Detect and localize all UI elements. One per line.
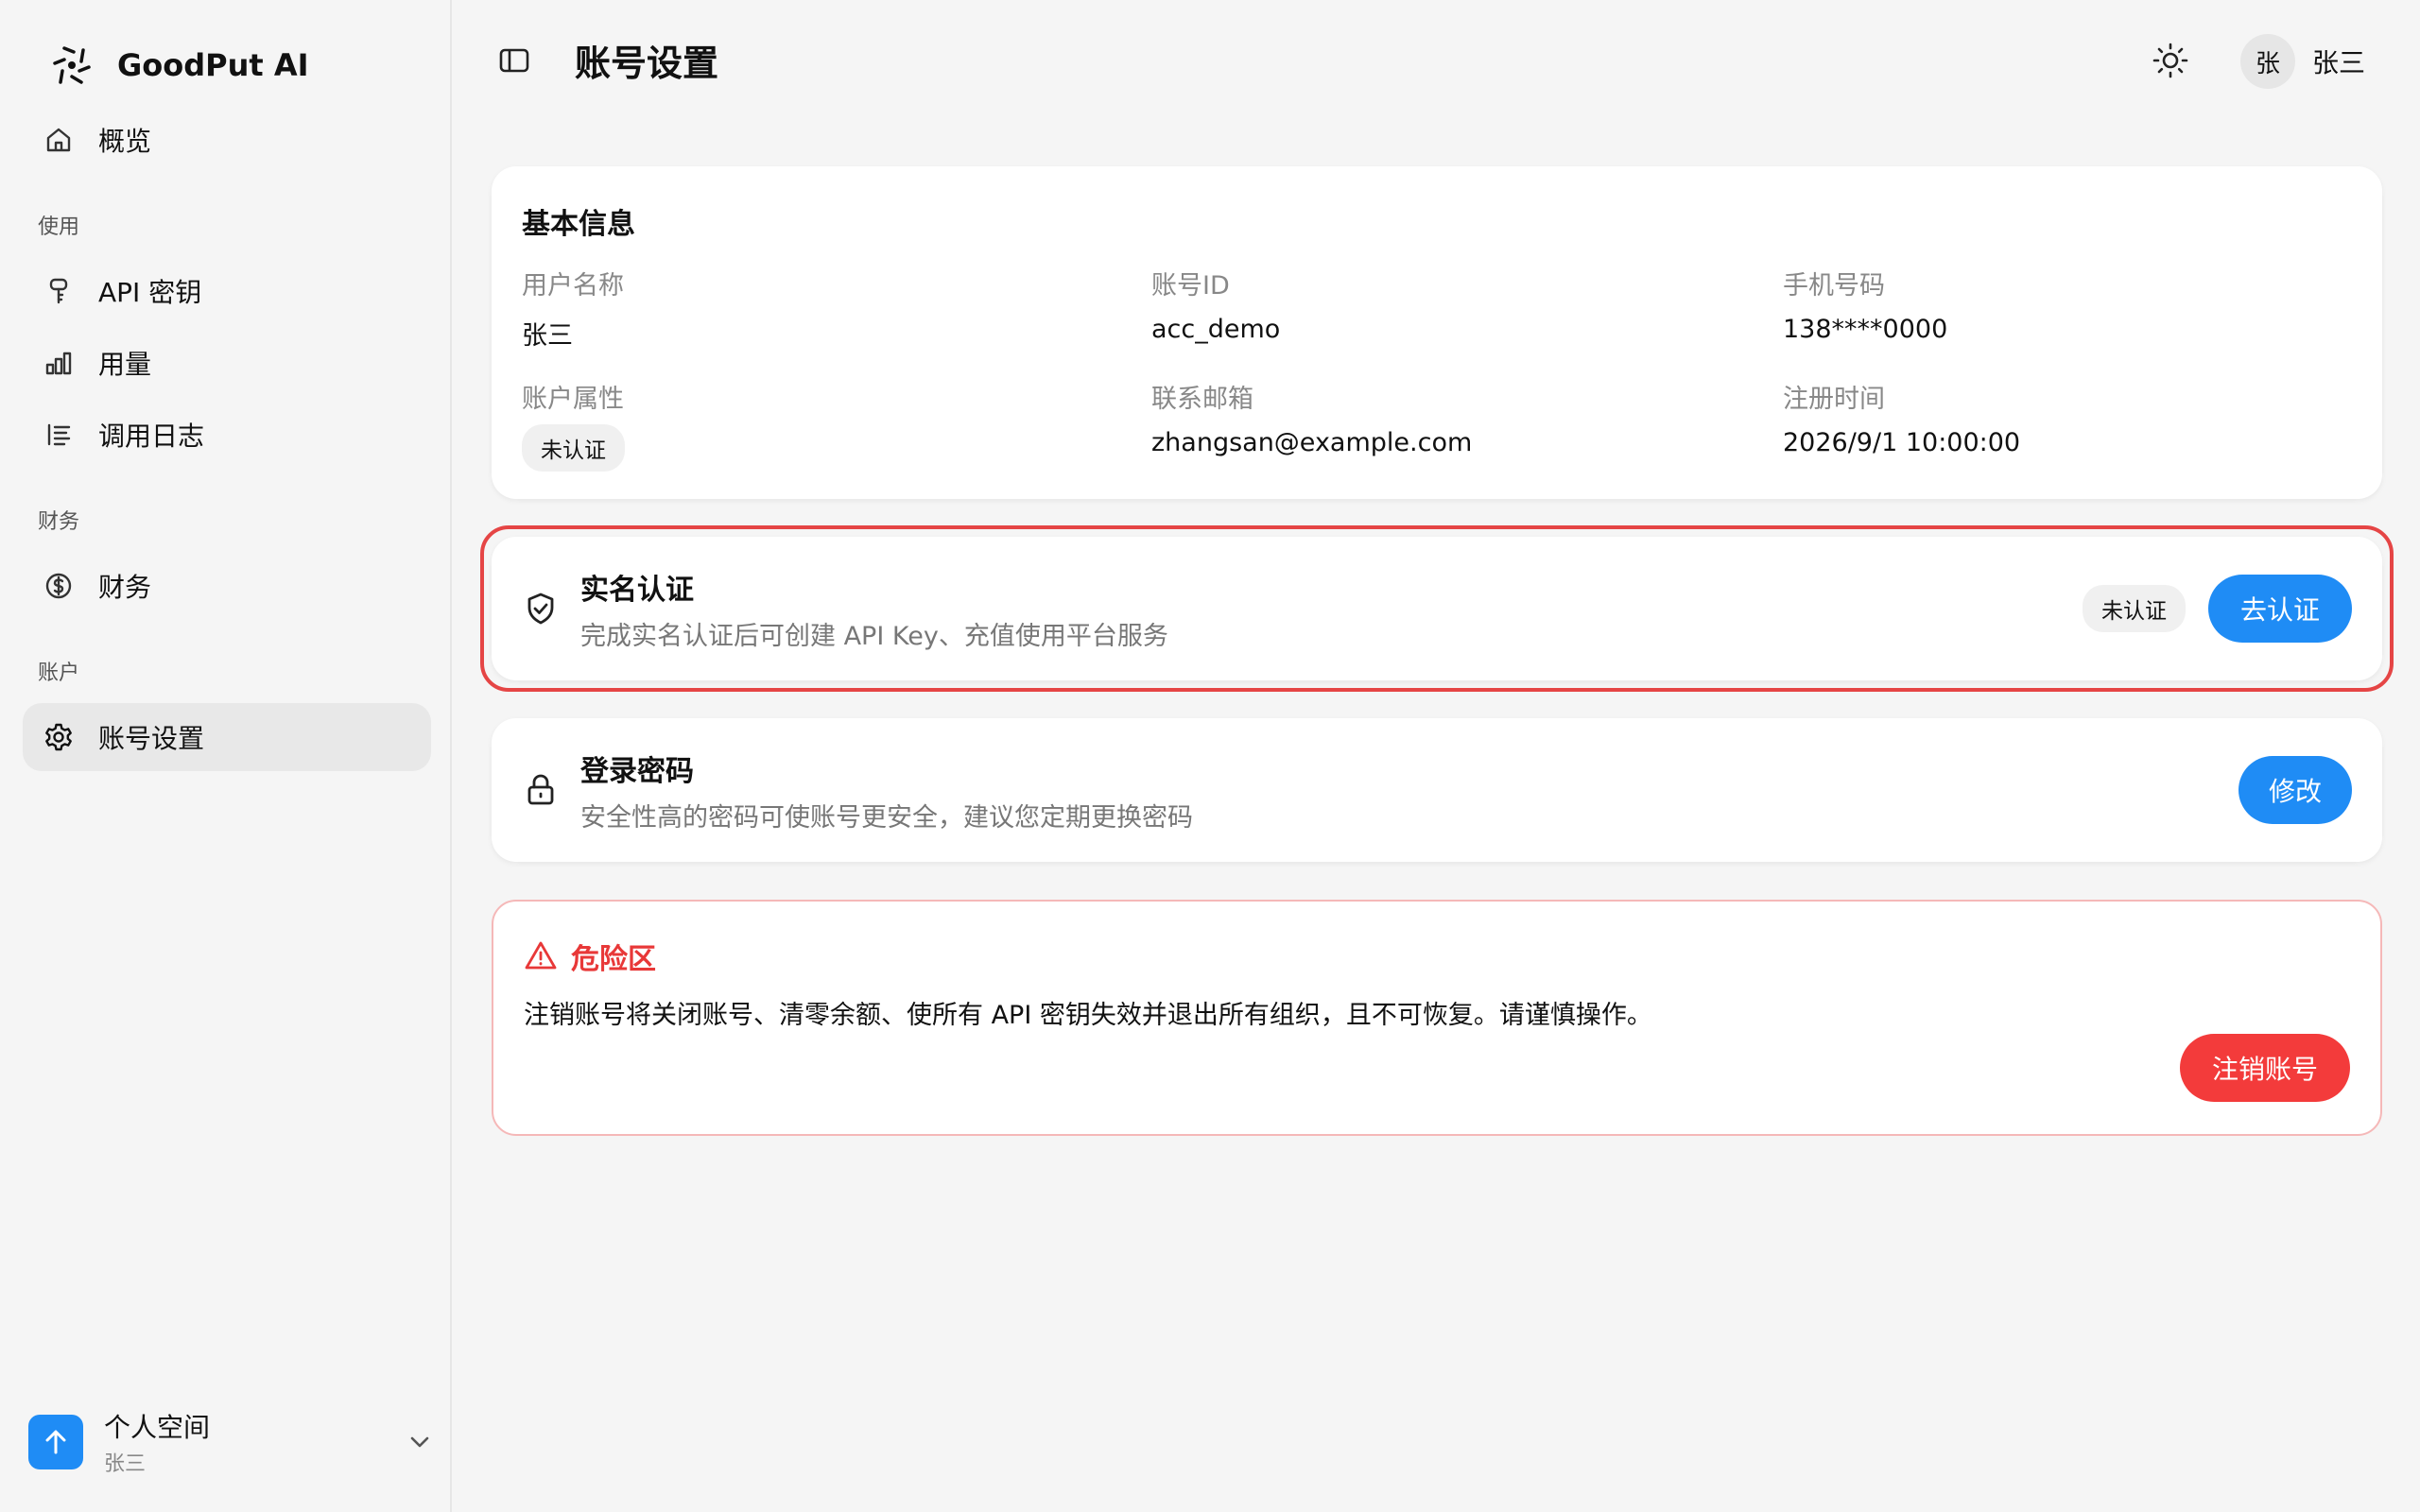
avatar: 张 bbox=[2240, 34, 2295, 89]
info-value: 138****0000 bbox=[1783, 315, 1948, 344]
workspace-switcher[interactable]: 个人空间 张三 bbox=[28, 1406, 435, 1478]
info-value: zhangsan@example.com bbox=[1151, 428, 1473, 457]
info-value: acc_demo bbox=[1151, 315, 1281, 344]
sidebar: GoodPut AI 概览 使用 API 密钥 用量 调用日志 财务 财务 账户… bbox=[0, 0, 452, 1512]
delete-account-button[interactable]: 注销账号 bbox=[2179, 1034, 2350, 1102]
section-label-usage: 使用 bbox=[38, 215, 80, 239]
password-card: 登录密码 安全性高的密码可使账号更安全，建议您定期更换密码 修改 bbox=[492, 718, 2382, 862]
brand-name: GoodPut AI bbox=[117, 47, 309, 83]
info-email: 联系邮箱 zhangsan@example.com bbox=[1151, 378, 1775, 457]
verify-button[interactable]: 去认证 bbox=[2207, 575, 2352, 643]
info-register-time: 注册时间 2026/9/1 10:00:00 bbox=[1783, 378, 2407, 457]
password-title: 登录密码 bbox=[580, 754, 694, 788]
user-menu[interactable]: 张 张三 bbox=[2240, 34, 2365, 89]
info-phone: 手机号码 138****0000 bbox=[1783, 265, 2407, 344]
sidebar-item-label: 账号设置 bbox=[98, 723, 205, 754]
sidebar-item-overview[interactable]: 概览 bbox=[23, 106, 431, 174]
danger-title: 危险区 bbox=[571, 943, 656, 976]
shield-check-icon bbox=[527, 593, 554, 625]
brand[interactable]: GoodPut AI bbox=[45, 38, 308, 93]
lock-icon bbox=[527, 774, 554, 805]
sidebar-item-label: 概览 bbox=[98, 126, 152, 157]
app-root: GoodPut AI 概览 使用 API 密钥 用量 调用日志 财务 财务 账户… bbox=[0, 0, 2420, 1512]
status-badge: 未认证 bbox=[522, 424, 625, 472]
sidebar-toggle-icon[interactable] bbox=[497, 43, 531, 77]
sidebar-item-api-keys[interactable]: API 密钥 bbox=[23, 257, 431, 325]
arrow-up-icon bbox=[45, 1430, 66, 1454]
info-username: 用户名称 张三 bbox=[522, 265, 1146, 352]
basic-info-title: 基本信息 bbox=[522, 208, 635, 241]
sidebar-item-label: 调用日志 bbox=[98, 421, 205, 452]
info-label: 用户名称 bbox=[522, 271, 624, 301]
page-title: 账号设置 bbox=[575, 43, 719, 84]
workspace-title: 个人空间 bbox=[104, 1412, 211, 1443]
basic-info-card: 基本信息 用户名称 张三 账号ID acc_demo 手机号码 138****0… bbox=[492, 166, 2382, 499]
sidebar-item-label: 用量 bbox=[98, 349, 152, 380]
chevron-down-icon[interactable] bbox=[405, 1427, 435, 1457]
info-account-attr: 账户属性 未认证 bbox=[522, 378, 1146, 472]
info-account-id: 账号ID acc_demo bbox=[1151, 265, 1775, 344]
sidebar-item-label: API 密钥 bbox=[98, 277, 202, 308]
sidebar-item-finance[interactable]: 财务 bbox=[23, 552, 431, 620]
section-label-finance: 财务 bbox=[38, 510, 80, 534]
danger-zone-card: 危险区 注销账号将关闭账号、清零余额、使所有 API 密钥失效并退出所有组织，且… bbox=[492, 900, 2382, 1136]
info-value: 张三 bbox=[522, 321, 573, 351]
change-password-button[interactable]: 修改 bbox=[2238, 756, 2352, 824]
sidebar-item-usage[interactable]: 用量 bbox=[23, 329, 431, 397]
info-label: 账号ID bbox=[1151, 271, 1230, 301]
gear-icon bbox=[42, 720, 76, 754]
workspace-avatar bbox=[28, 1415, 83, 1469]
dollar-circle-icon bbox=[42, 569, 76, 603]
user-name: 张三 bbox=[2312, 47, 2366, 78]
info-label: 联系邮箱 bbox=[1151, 385, 1253, 414]
info-label: 账户属性 bbox=[522, 385, 624, 414]
sidebar-item-account-settings[interactable]: 账号设置 bbox=[23, 703, 431, 771]
danger-desc: 注销账号将关闭账号、清零余额、使所有 API 密钥失效并退出所有组织，且不可恢复… bbox=[524, 1001, 1652, 1030]
bar-chart-icon bbox=[42, 346, 76, 380]
sidebar-item-label: 财务 bbox=[98, 572, 152, 603]
brand-logo-icon bbox=[53, 46, 91, 84]
key-icon bbox=[42, 274, 76, 308]
password-desc: 安全性高的密码可使账号更安全，建议您定期更换密码 bbox=[580, 802, 1193, 833]
sun-icon[interactable] bbox=[2152, 42, 2189, 79]
home-icon bbox=[42, 123, 76, 157]
info-label: 注册时间 bbox=[1783, 385, 1885, 414]
verification-desc: 完成实名认证后可创建 API Key、充值使用平台服务 bbox=[580, 621, 1168, 651]
verification-card: 实名认证 完成实名认证后可创建 API Key、充值使用平台服务 未认证 去认证 bbox=[492, 537, 2382, 680]
list-icon bbox=[42, 418, 76, 452]
sidebar-item-logs[interactable]: 调用日志 bbox=[23, 401, 431, 469]
verification-title: 实名认证 bbox=[580, 573, 694, 607]
info-value: 2026/9/1 10:00:00 bbox=[1783, 428, 2021, 457]
section-label-account: 账户 bbox=[38, 662, 80, 685]
workspace-subtitle: 张三 bbox=[104, 1452, 147, 1476]
warning-icon bbox=[525, 941, 557, 970]
verification-status-badge: 未认证 bbox=[2082, 585, 2186, 632]
info-label: 手机号码 bbox=[1783, 271, 1885, 301]
